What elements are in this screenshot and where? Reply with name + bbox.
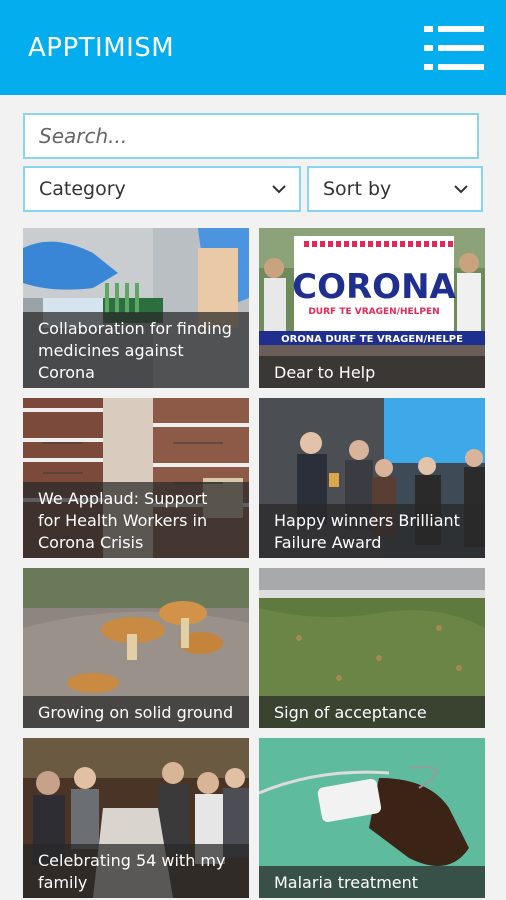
search-field[interactable] bbox=[23, 113, 479, 159]
story-card[interactable]: Collaboration for finding medicines agai… bbox=[23, 228, 249, 388]
sort-label: Sort by bbox=[323, 178, 392, 200]
app-title: APPTIMISM bbox=[28, 33, 175, 63]
story-card[interactable]: Growing on solid ground bbox=[23, 568, 249, 728]
story-title: Sign of acceptance bbox=[259, 696, 485, 728]
story-card[interactable]: We Applaud: Support for Health Workers i… bbox=[23, 398, 249, 558]
search-input[interactable] bbox=[25, 115, 477, 157]
category-dropdown[interactable]: Category bbox=[23, 166, 301, 212]
story-title: Growing on solid ground bbox=[23, 696, 249, 728]
story-title: Malaria treatment bbox=[259, 866, 485, 898]
story-card[interactable]: Happy winners Brilliant Failure Award bbox=[259, 398, 485, 558]
story-title: Celebrating 54 with my family bbox=[23, 844, 249, 898]
story-title: Dear to Help bbox=[259, 356, 485, 388]
story-title: We Applaud: Support for Health Workers i… bbox=[23, 482, 249, 558]
category-label: Category bbox=[39, 178, 126, 200]
story-card[interactable]: Malaria treatment bbox=[259, 738, 485, 898]
story-card[interactable]: Celebrating 54 with my family bbox=[23, 738, 249, 898]
chevron-down-icon bbox=[453, 181, 469, 201]
banner-title: CORONA bbox=[292, 267, 456, 307]
sort-dropdown[interactable]: Sort by bbox=[307, 166, 483, 212]
story-title: Happy winners Brilliant Failure Award bbox=[259, 504, 485, 558]
app-header: APPTIMISM bbox=[0, 0, 506, 95]
story-card[interactable]: Sign of acceptance bbox=[259, 568, 485, 728]
chevron-down-icon bbox=[271, 181, 287, 201]
hamburger-menu-icon[interactable] bbox=[424, 24, 484, 72]
story-card[interactable]: CORONA DURF TE VRAGEN/HELPEN ORONA DURF … bbox=[259, 228, 485, 388]
banner-strip: ORONA DURF TE VRAGEN/HELPE bbox=[281, 334, 463, 345]
story-title: Collaboration for finding medicines agai… bbox=[23, 312, 249, 388]
banner-subtitle: DURF TE VRAGEN/HELPEN bbox=[308, 307, 439, 317]
